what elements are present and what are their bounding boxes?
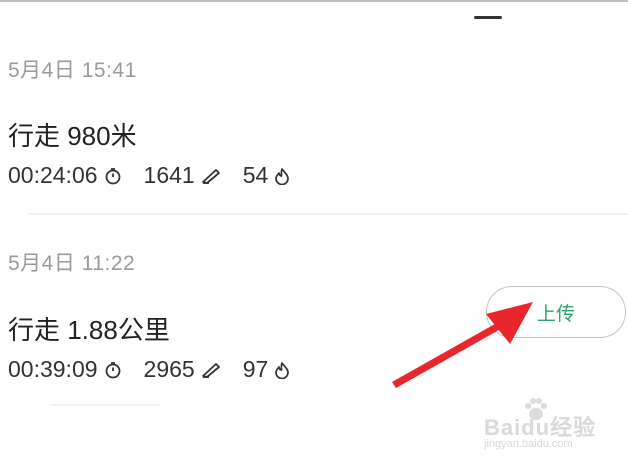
arrow-shaft bbox=[392, 320, 506, 388]
watermark-subtext: jingyan.baidu.com bbox=[484, 438, 573, 450]
arrow-head bbox=[486, 302, 533, 344]
